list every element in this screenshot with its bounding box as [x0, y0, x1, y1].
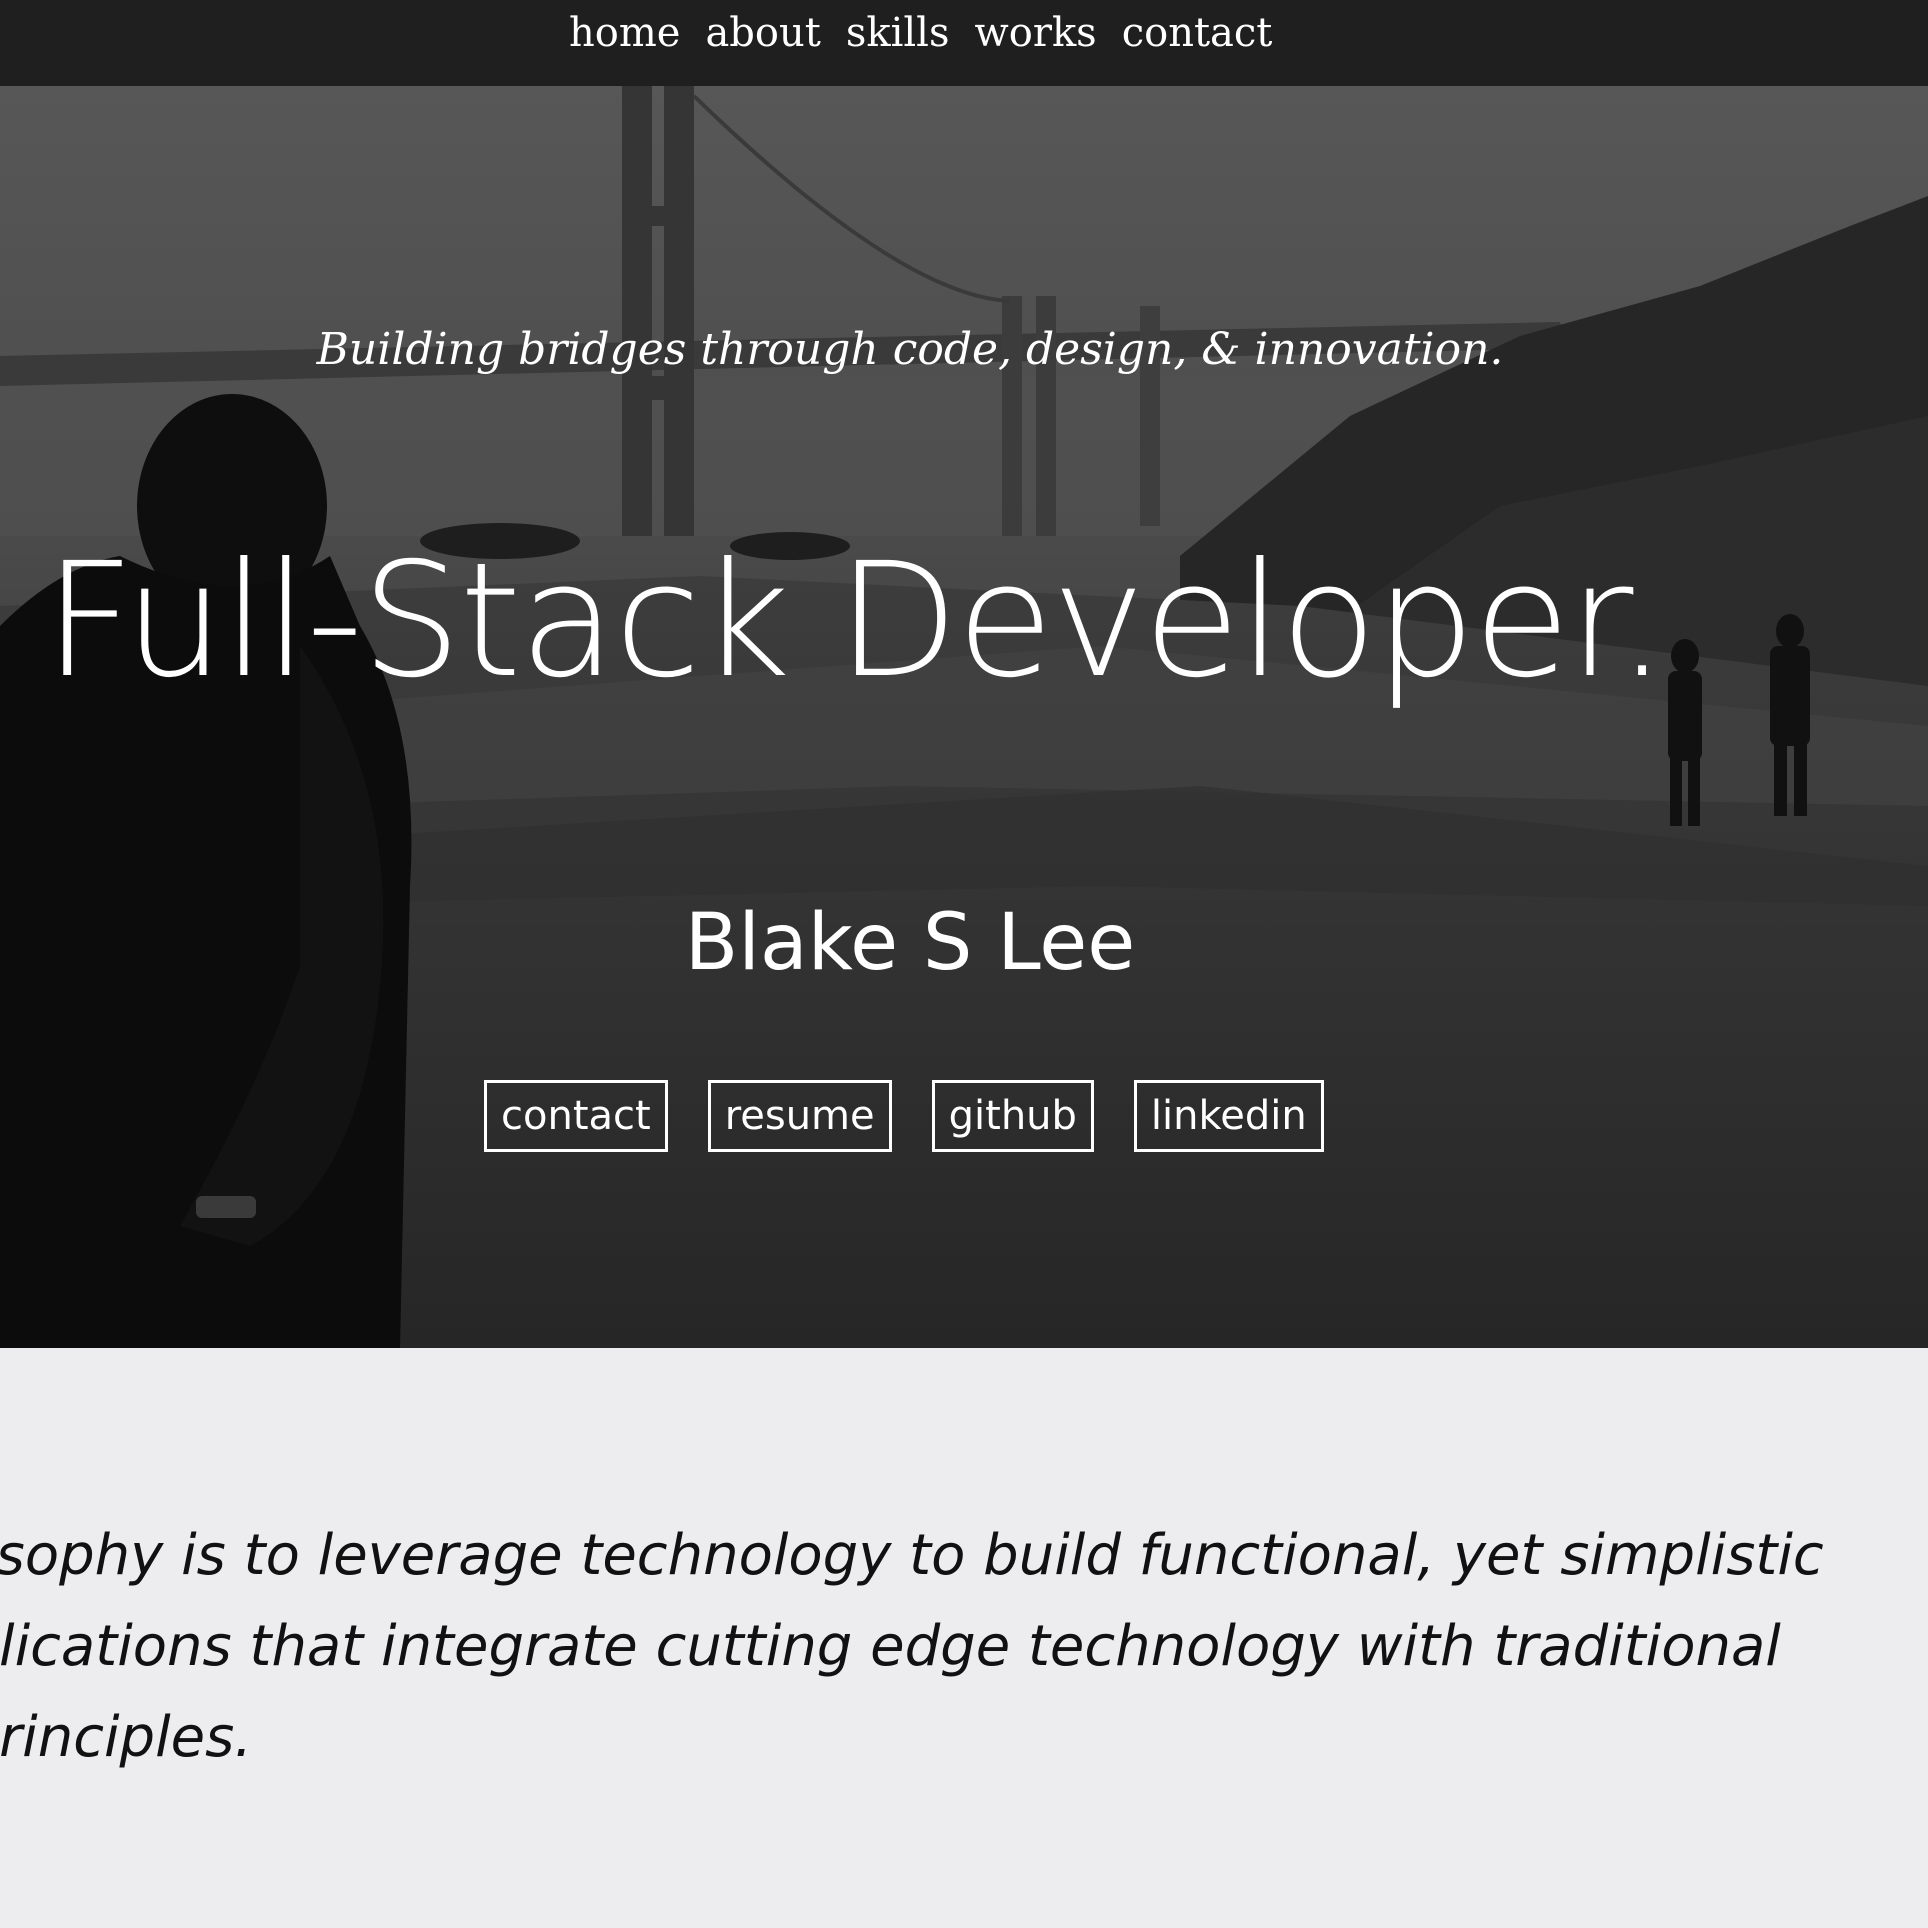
resume-button[interactable]: resume: [707, 1080, 892, 1152]
hero-button-row: contact resume github linkedin: [484, 1080, 1324, 1152]
nav-home-link[interactable]: home: [569, 10, 680, 56]
philosophy-section: My philosophy is to leverage technology …: [0, 1348, 1928, 1928]
hero-tagline: Building bridges through code, design, &…: [316, 324, 1504, 375]
github-button[interactable]: github: [931, 1080, 1094, 1152]
nav-links: home about skills works contact: [569, 10, 1272, 56]
hero-section: Building bridges through code, design, &…: [0, 86, 1928, 1348]
nav-about-link[interactable]: about: [705, 10, 820, 56]
philosophy-text: My philosophy is to leverage technology …: [0, 1510, 1928, 1783]
philosophy-line-1: My philosophy is to leverage technology …: [0, 1523, 1824, 1588]
contact-button[interactable]: contact: [484, 1080, 668, 1152]
nav-contact-link[interactable]: contact: [1122, 10, 1273, 56]
philosophy-line-3: design principles.: [0, 1705, 253, 1770]
hero-background-photo: [0, 86, 1928, 1348]
nav-skills-link[interactable]: skills: [846, 10, 950, 56]
philosophy-line-2: web applications that integrate cutting …: [0, 1614, 1781, 1679]
hero-name: Blake S Lee: [684, 898, 1136, 988]
hero-headline: Full-Stack Developer.: [44, 529, 1667, 713]
linkedin-button[interactable]: linkedin: [1133, 1080, 1324, 1152]
top-navbar: home about skills works contact: [0, 0, 1928, 86]
nav-works-link[interactable]: works: [975, 10, 1097, 56]
